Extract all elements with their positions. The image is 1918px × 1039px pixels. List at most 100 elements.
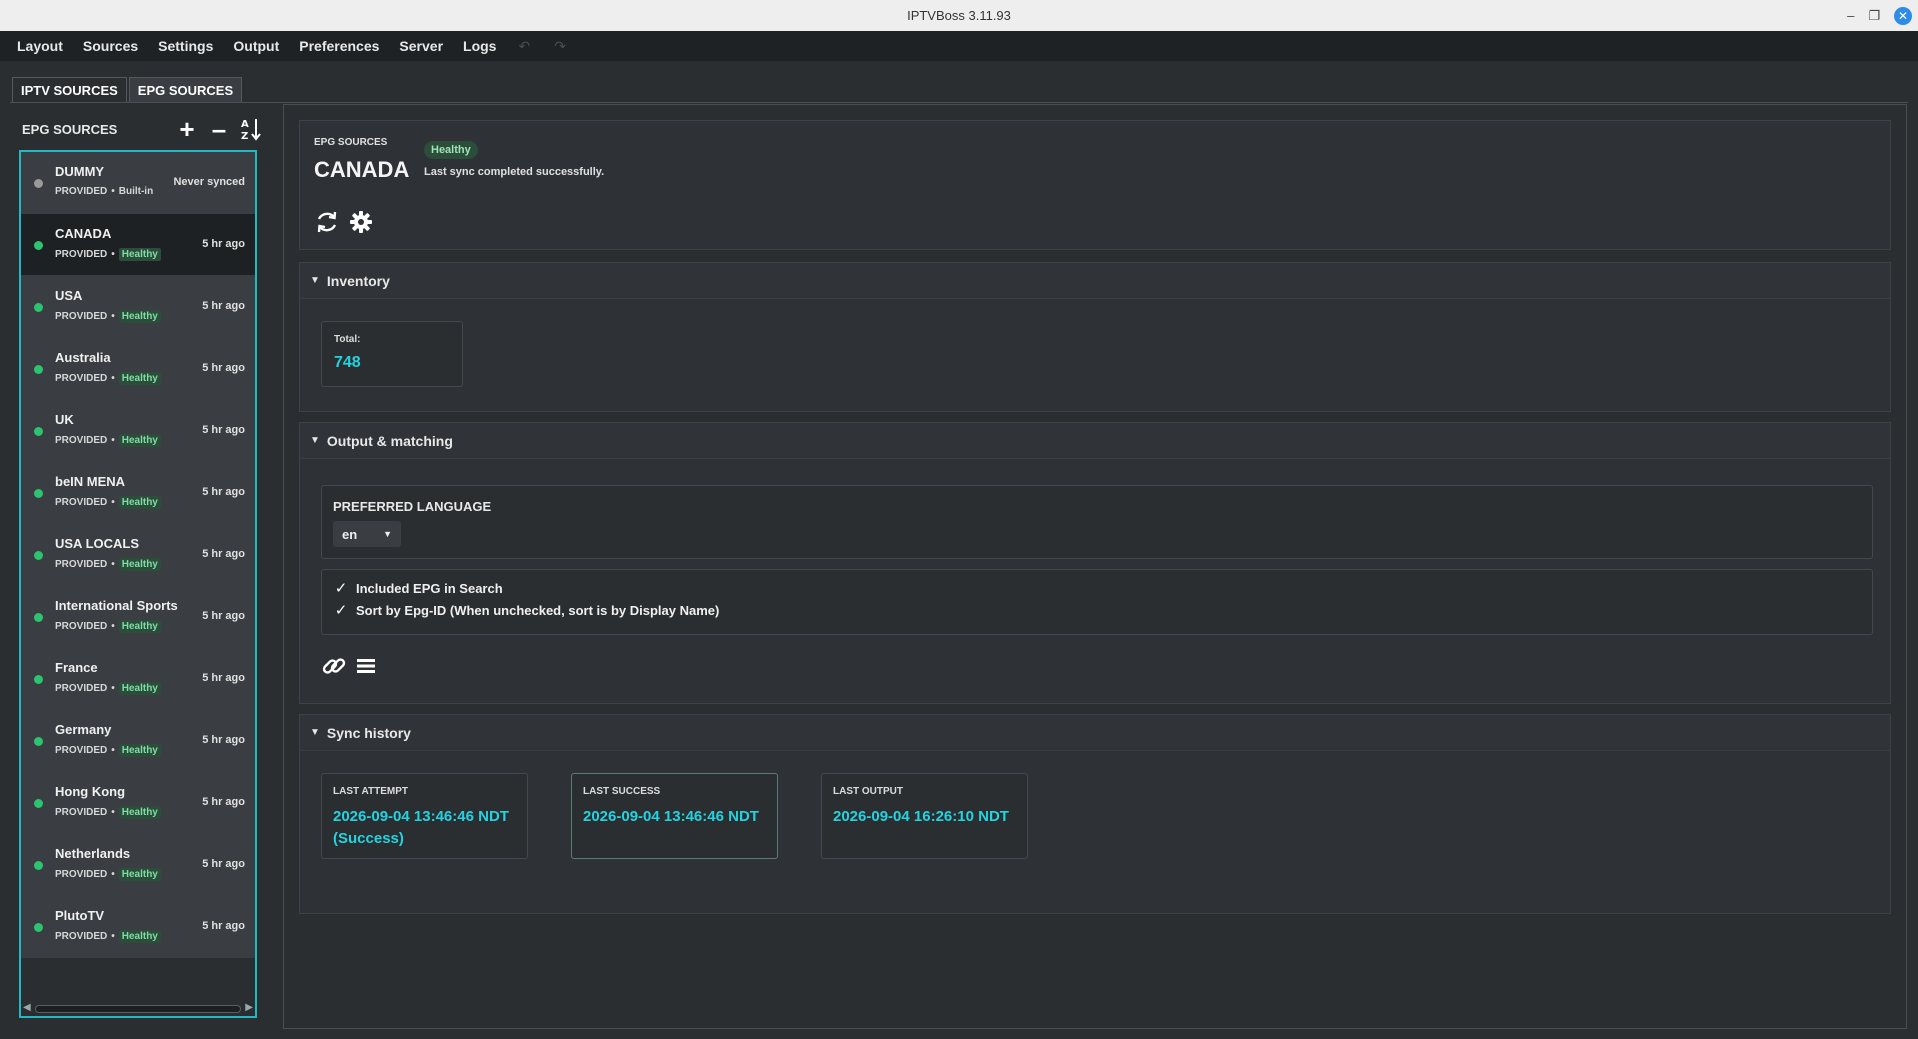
bullet: • (111, 497, 115, 508)
source-type: PROVIDED (55, 559, 108, 570)
output-matching-header[interactable]: ▼ Output & matching (300, 423, 1890, 459)
checkbox-checked-icon[interactable]: ✓ (333, 580, 349, 597)
source-name: France (55, 660, 98, 675)
list-item[interactable]: beIN MENA PROVIDED • Healthy 5 hr ago (21, 462, 255, 524)
source-name: USA (55, 288, 83, 303)
source-last-sync: 5 hr ago (202, 920, 245, 932)
source-type: PROVIDED (55, 249, 108, 260)
language-select[interactable]: en ▼ (333, 521, 401, 547)
window-title: IPTVBoss 3.11.93 (907, 8, 1011, 23)
status-dot (34, 365, 43, 374)
panel-title: EPG SOURCES (22, 121, 118, 137)
link-icon[interactable] (321, 653, 347, 684)
add-icon[interactable]: + (176, 116, 198, 142)
list-item[interactable]: PlutoTV PROVIDED • Healthy 5 hr ago (21, 896, 255, 958)
list-item[interactable]: Netherlands PROVIDED • Healthy 5 hr ago (21, 834, 255, 896)
tab-epg-sources[interactable]: EPG SOURCES (128, 77, 243, 103)
close-icon[interactable]: ✕ (1894, 6, 1912, 25)
source-name: Germany (55, 722, 112, 737)
checkbox-checked-icon[interactable]: ✓ (333, 602, 349, 619)
source-header-card: EPG SOURCES CANADA Healthy Last sync com… (299, 120, 1891, 250)
source-meta: PROVIDED • Healthy (55, 248, 161, 261)
scroll-left-icon[interactable]: ◀ (23, 1002, 31, 1013)
remove-icon[interactable]: – (208, 116, 230, 142)
list-item[interactable]: CANADA PROVIDED • Healthy 5 hr ago (21, 214, 255, 276)
source-name: Netherlands (55, 846, 131, 861)
source-name: CANADA (55, 226, 112, 241)
menu-settings[interactable]: Settings (148, 38, 223, 54)
list-item[interactable]: Hong Kong PROVIDED • Healthy 5 hr ago (21, 772, 255, 834)
status-dot (34, 675, 43, 684)
source-meta: PROVIDED • Healthy (55, 434, 161, 447)
total-label: Total: (334, 334, 361, 345)
sort-az-icon[interactable]: A Z (240, 117, 262, 141)
tab-iptv-sources[interactable]: IPTV SOURCES (12, 77, 127, 103)
source-type: PROVIDED (55, 931, 108, 942)
language-value: en (342, 526, 358, 542)
status-message: Last sync completed successfully. (424, 166, 605, 178)
language-label: PREFERRED LANGUAGE (333, 499, 492, 514)
source-name: Australia (55, 350, 111, 365)
last-output-card: LAST OUTPUT 2026-09-04 16:26:10 NDT (821, 773, 1028, 859)
status-dot (34, 923, 43, 932)
scroll-thumb[interactable] (35, 1005, 241, 1013)
section-title: Inventory (326, 272, 390, 289)
list-item[interactable]: USA LOCALS PROVIDED • Healthy 5 hr ago (21, 524, 255, 586)
maximize-icon[interactable]: ❐ (1868, 8, 1880, 24)
list-item[interactable]: UK PROVIDED • Healthy 5 hr ago (21, 400, 255, 462)
source-last-sync: 5 hr ago (202, 858, 245, 870)
menu-logs[interactable]: Logs (453, 38, 506, 54)
scroll-right-icon[interactable]: ▶ (245, 1002, 253, 1013)
menu-layout[interactable]: Layout (7, 38, 73, 54)
back-arrow-icon[interactable]: ↶ (506, 38, 542, 55)
source-type: PROVIDED (55, 683, 108, 694)
list-item[interactable]: USA PROVIDED • Healthy 5 hr ago (21, 276, 255, 338)
list-icon[interactable] (355, 655, 377, 682)
list-item[interactable]: International Sports PROVIDED • Healthy 5 … (21, 586, 255, 648)
list-item[interactable]: Australia PROVIDED • Healthy 5 hr ago (21, 338, 255, 400)
list-item[interactable]: Germany PROVIDED • Healthy 5 hr ago (21, 710, 255, 772)
source-meta: PROVIDED • Healthy (55, 496, 161, 509)
menu-sources[interactable]: Sources (73, 38, 148, 54)
source-last-sync: 5 hr ago (202, 796, 245, 808)
svg-text:Z: Z (241, 131, 248, 141)
include-epg-search-option[interactable]: ✓ Included EPG in Search (333, 580, 503, 597)
gear-icon[interactable] (348, 209, 374, 240)
source-tabs: IPTV SOURCES EPG SOURCES (12, 77, 243, 103)
inventory-header[interactable]: ▼ Inventory (300, 263, 1890, 299)
svg-text:A: A (241, 119, 249, 130)
forward-arrow-icon[interactable]: ↷ (542, 38, 578, 55)
source-name: UK (55, 412, 74, 427)
sort-by-epg-id-option[interactable]: ✓ Sort by Epg-ID (When unchecked, sort i… (333, 602, 720, 619)
last-output-label: LAST OUTPUT (833, 786, 903, 797)
source-tag: Healthy (118, 806, 161, 819)
source-name: Hong Kong (55, 784, 126, 799)
source-type: PROVIDED (55, 186, 108, 197)
menu-preferences[interactable]: Preferences (289, 38, 389, 54)
list-item[interactable]: DUMMY PROVIDED • Built-in Never synced (21, 152, 255, 214)
source-meta: PROVIDED • Healthy (55, 620, 161, 633)
source-name: International Sports (55, 598, 178, 613)
source-type: PROVIDED (55, 621, 108, 632)
source-last-sync: 5 hr ago (202, 300, 245, 312)
options-group: ✓ Included EPG in Search ✓ Sort by Epg-I… (321, 569, 1873, 635)
status-dot (34, 551, 43, 560)
sync-history-header[interactable]: ▼ Sync history (300, 715, 1890, 751)
source-meta: PROVIDED • Healthy (55, 682, 161, 695)
list-item[interactable]: France PROVIDED • Healthy 5 hr ago (21, 648, 255, 710)
status-dot (34, 179, 43, 188)
menu-server[interactable]: Server (389, 38, 453, 54)
status-badge: Healthy (424, 141, 478, 159)
source-meta: PROVIDED • Healthy (55, 930, 161, 943)
menu-output[interactable]: Output (223, 38, 289, 54)
minimize-icon[interactable]: – (1847, 8, 1854, 23)
refresh-icon[interactable] (314, 209, 340, 240)
panel-header: EPG SOURCES + – A Z (22, 114, 262, 144)
horizontal-scrollbar[interactable]: ◀ ▶ (21, 1002, 255, 1016)
source-tag: Healthy (118, 310, 161, 323)
source-meta: PROVIDED • Healthy (55, 558, 161, 571)
chevron-down-icon: ▼ (383, 529, 392, 539)
bullet: • (111, 621, 115, 632)
section-title: Output & matching (326, 432, 453, 449)
source-type: PROVIDED (55, 807, 108, 818)
